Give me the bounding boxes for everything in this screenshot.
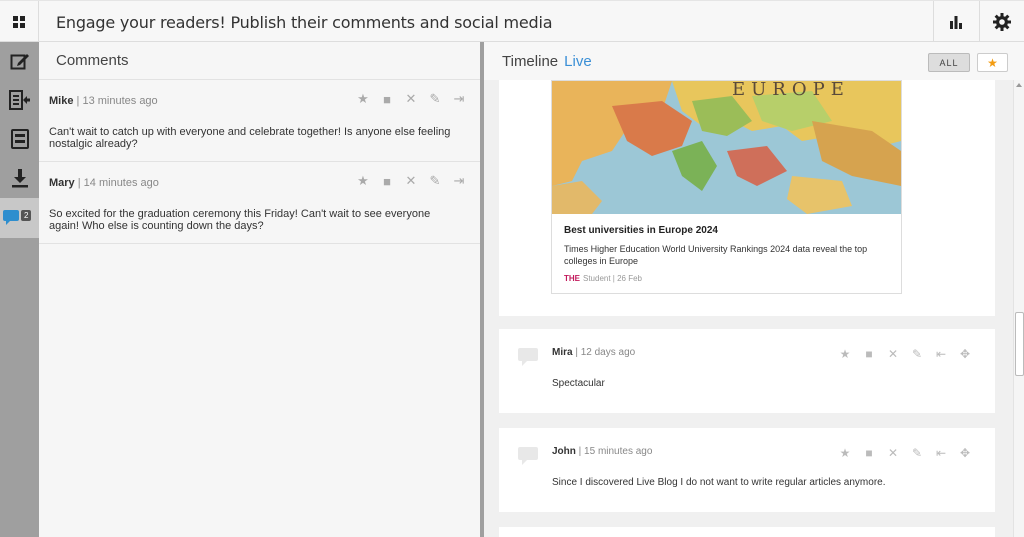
edit-icon[interactable]: ✎ [423, 91, 447, 107]
scrollbar-thumb[interactable] [1015, 312, 1024, 376]
edit-icon[interactable]: ✎ [905, 445, 929, 461]
comment-item[interactable]: Mike | 13 minutes ago Can't wait to catc… [39, 80, 480, 162]
comments-title: Comments [39, 42, 480, 80]
link-card[interactable]: EUROPE Best universities in Europe 2024 … [551, 80, 902, 294]
close-icon[interactable]: ✕ [399, 91, 423, 107]
speech-bubble-icon [518, 447, 538, 465]
gear-icon [993, 13, 1011, 31]
sidebar-item-list[interactable] [0, 120, 39, 157]
unpublish-icon[interactable]: ⇤ [929, 445, 953, 461]
top-bar: Engage your readers! Publish their comme… [0, 0, 1024, 43]
close-icon[interactable]: ✕ [881, 346, 905, 362]
timeline-title: Timeline [502, 53, 559, 70]
grid-icon [13, 16, 25, 28]
publish-icon[interactable]: ⇥ [447, 91, 471, 107]
export-icon [8, 89, 30, 110]
post-time: 15 minutes ago [584, 446, 653, 457]
timeline-header: Timeline Live ALL ★ [484, 42, 1024, 80]
the-logo: THE [564, 274, 580, 283]
move-icon[interactable]: ✥ [953, 346, 977, 362]
sidebar: 2 [0, 42, 39, 537]
sidebar-item-download[interactable] [0, 159, 39, 196]
timeline-panel: EUROPE Best universities in Europe 2024 … [484, 42, 1024, 537]
timeline-scrollbar[interactable] [1013, 80, 1024, 537]
svg-text:EUROPE: EUROPE [732, 81, 850, 100]
flag-icon[interactable]: ■ [375, 91, 399, 107]
publish-icon[interactable]: ⇥ [447, 173, 471, 189]
close-icon[interactable]: ✕ [881, 445, 905, 461]
timeline-post[interactable]: John | 15 minutes ago Since I discovered… [499, 428, 995, 512]
compose-icon [10, 53, 29, 69]
card-source-text: Student | 26 Feb [583, 274, 643, 283]
post-time: 12 days ago [580, 347, 636, 358]
move-icon[interactable]: ✥ [953, 445, 977, 461]
post-author: Mira [552, 347, 573, 358]
edit-icon[interactable]: ✎ [423, 173, 447, 189]
edit-icon[interactable]: ✎ [905, 346, 929, 362]
scroll-up-icon[interactable] [1016, 83, 1022, 87]
comment-time: 14 minutes ago [83, 177, 159, 189]
sidebar-item-comments[interactable]: 2 [0, 198, 39, 238]
comment-author: Mary [49, 177, 75, 189]
unpublish-icon[interactable]: ⇤ [929, 346, 953, 362]
post-body: Since I discovered Live Blog I do not wa… [552, 477, 886, 488]
flag-icon[interactable]: ■ [857, 346, 881, 362]
comments-count-badge: 2 [21, 210, 32, 221]
download-icon [11, 168, 28, 187]
flag-icon[interactable]: ■ [375, 173, 399, 189]
bar-chart-icon [950, 16, 962, 29]
europe-map-image: EUROPE [552, 81, 901, 214]
timeline-post[interactable]: EUROPE Best universities in Europe 2024 … [499, 80, 995, 316]
sidebar-item-export[interactable] [0, 81, 39, 118]
stats-button[interactable] [933, 1, 978, 43]
star-icon[interactable]: ★ [351, 91, 375, 107]
star-icon[interactable]: ★ [351, 173, 375, 189]
comment-item[interactable]: Mary | 14 minutes ago So excited for the… [39, 162, 480, 244]
sidebar-item-compose[interactable] [0, 42, 39, 79]
flag-icon[interactable]: ■ [857, 445, 881, 461]
live-label: Live [564, 53, 592, 70]
comments-panel: Comments Mike | 13 minutes ago Can't wai… [39, 42, 480, 537]
page-title: Engage your readers! Publish their comme… [56, 13, 553, 32]
settings-button[interactable] [979, 1, 1024, 43]
card-description: Times Higher Education World University … [564, 244, 868, 266]
speech-bubble-icon [518, 348, 538, 366]
card-source: THE Student | 26 Feb [564, 274, 642, 283]
filter-starred-button[interactable]: ★ [977, 53, 1008, 72]
comment-body: So excited for the graduation ceremony t… [49, 208, 431, 232]
close-icon[interactable]: ✕ [399, 173, 423, 189]
comment-author: Mike [49, 95, 74, 107]
apps-menu-button[interactable] [0, 1, 39, 43]
timeline-post[interactable] [499, 527, 995, 537]
card-title[interactable]: Best universities in Europe 2024 [564, 225, 718, 236]
timeline-post[interactable]: Mira | 12 days ago Spectacular ★ ■ ✕ ✎ ⇤… [499, 329, 995, 413]
comment-time: 13 minutes ago [82, 95, 158, 107]
comment-body: Can't wait to catch up with everyone and… [49, 126, 451, 150]
filter-all-button[interactable]: ALL [928, 53, 970, 72]
star-icon[interactable]: ★ [833, 445, 857, 461]
post-body: Spectacular [552, 378, 605, 389]
post-author: John [552, 446, 576, 457]
list-icon [10, 128, 29, 149]
star-icon[interactable]: ★ [833, 346, 857, 362]
